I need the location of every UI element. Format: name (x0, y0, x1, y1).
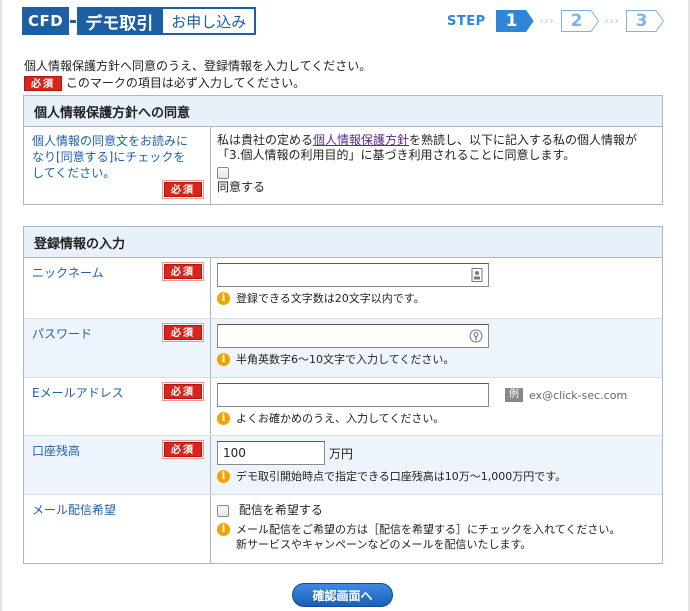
privacy-statement: 私は貴社の定める個人情報保護方針を熟読し、以下に記入する私の個人情報が「3.個人… (217, 133, 638, 162)
password-info: i 半角英数字6～10文字で入力してください。 (217, 352, 656, 367)
confirm-button[interactable]: 確認画面へ (292, 583, 393, 607)
email-row: Eメールアドレス 必須 例 ex@click-sec.com i よくお確かめの… (24, 378, 662, 436)
privacy-row: 個人情報の同意文をお読みになり[同意する]にチェックをしてください。 必須 私は… (24, 127, 662, 204)
nickname-input[interactable] (217, 263, 489, 287)
step-indicator: STEP 1 ››› 2 ››› 3 (447, 9, 664, 33)
nickname-value-cell: i 登録できる文字数は20文字以内です。 (211, 258, 662, 318)
newsletter-checkbox-label[interactable]: 配信を希望する (239, 503, 323, 517)
step-1: 1 (495, 10, 534, 32)
example-badge: 例 (505, 388, 523, 402)
registration-section: 登録情報の入力 ニックネーム 必須 i 登録できる文字数は20文字以内です。 パ… (23, 226, 663, 564)
balance-unit: 万円 (329, 446, 354, 461)
password-label: パスワード (32, 327, 93, 341)
registration-section-title: 登録情報の入力 (24, 227, 662, 258)
info-icon: i (217, 353, 230, 366)
required-badge: 必須 (162, 440, 204, 459)
email-input[interactable] (217, 383, 489, 407)
nickname-info: i 登録できる文字数は20文字以内です。 (217, 291, 656, 306)
password-input[interactable] (217, 324, 489, 348)
password-row: パスワード 必須 i 半角英数字6～10文字で入力してください。 (24, 319, 662, 378)
newsletter-label-cell: メール配信希望 (24, 495, 211, 563)
nickname-label-cell: ニックネーム 必須 (24, 258, 211, 318)
demo-title: デモ取引 (77, 7, 162, 35)
agree-checkbox-row (217, 165, 656, 180)
step-3: 3 (625, 10, 664, 32)
newsletter-label: メール配信希望 (32, 503, 117, 517)
privacy-policy-link[interactable]: 個人情報保護方針 (313, 133, 409, 147)
agree-checkbox[interactable] (217, 166, 229, 179)
required-badge: 必須 (162, 323, 204, 342)
balance-info: i デモ取引開始時点で指定できる口座残高は10万～1,000万円です。 (217, 469, 656, 484)
nickname-label: ニックネーム (32, 266, 104, 280)
privacy-section-title: 個人情報保護方針への同意 (24, 96, 662, 127)
newsletter-row: メール配信希望 配信を希望する i メール配信をご希望の方は［配信を希望する］に… (24, 495, 662, 563)
privacy-value-cell: 私は貴社の定める個人情報保護方針を熟読し、以下に記入する私の個人情報が「3.個人… (211, 127, 662, 204)
step-dots-icon: ››› (604, 15, 620, 27)
required-badge: 必須 (162, 180, 204, 199)
email-info: i よくお確かめのうえ、入力してください。 (217, 411, 656, 426)
brand-separator (69, 7, 78, 35)
privacy-section: 個人情報保護方針への同意 個人情報の同意文をお読みになり[同意する]にチェックを… (23, 95, 663, 205)
balance-label-cell: 口座残高 必須 (24, 436, 211, 494)
password-value-cell: i 半角英数字6～10文字で入力してください。 (211, 319, 662, 377)
page-header: CFD デモ取引 お申し込み (22, 7, 257, 35)
balance-row: 口座残高 必須 100 万円 i デモ取引開始時点で指定できる口座残高は10万～… (24, 436, 662, 495)
key-icon (469, 329, 483, 343)
newsletter-value-cell: 配信を希望する i メール配信をご希望の方は［配信を希望する］にチェックを入れて… (211, 495, 662, 563)
email-value-cell: 例 ex@click-sec.com i よくお確かめのうえ、入力してください。 (211, 378, 662, 435)
intro-text: 個人情報保護方針へ同意のうえ、登録情報を入力してください。 必須 このマークの項… (24, 58, 371, 92)
info-icon: i (217, 292, 230, 305)
contact-card-icon (471, 268, 483, 282)
privacy-label: 個人情報の同意文をお読みになり[同意する]にチェックをしてください。 (32, 134, 189, 180)
info-icon: i (217, 523, 230, 536)
required-badge: 必須 (24, 76, 62, 91)
info-icon: i (217, 470, 230, 483)
agree-checkbox-label[interactable]: 同意する (217, 180, 656, 195)
brand-label: CFD (22, 7, 70, 35)
nickname-row: ニックネーム 必須 i 登録できる文字数は20文字以内です。 (24, 258, 662, 319)
password-label-cell: パスワード 必須 (24, 319, 211, 377)
required-badge: 必須 (162, 262, 204, 281)
step-label: STEP (447, 13, 486, 29)
email-label-cell: Eメールアドレス 必須 (24, 378, 211, 435)
apply-label: お申し込み (161, 7, 257, 35)
balance-input[interactable]: 100 (217, 441, 325, 465)
newsletter-checkbox-row: 配信を希望する (217, 501, 656, 518)
privacy-label-cell: 個人情報の同意文をお読みになり[同意する]にチェックをしてください。 必須 (24, 127, 211, 204)
email-label: Eメールアドレス (32, 386, 124, 400)
balance-label: 口座残高 (32, 444, 81, 458)
intro-line-2: 必須 このマークの項目は必ず入力してください。 (24, 75, 371, 92)
required-badge: 必須 (162, 382, 204, 401)
info-icon: i (217, 412, 230, 425)
email-example: ex@click-sec.com (529, 388, 628, 402)
newsletter-info: i メール配信をご希望の方は［配信を希望する］にチェックを入れてください。 新サ… (217, 522, 656, 552)
intro-line-1: 個人情報保護方針へ同意のうえ、登録情報を入力してください。 (24, 59, 372, 73)
balance-value-cell: 100 万円 i デモ取引開始時点で指定できる口座残高は10万～1,000万円で… (211, 436, 662, 494)
step-dots-icon: ››› (539, 15, 555, 27)
newsletter-checkbox[interactable] (217, 504, 229, 517)
step-2: 2 (560, 10, 599, 32)
